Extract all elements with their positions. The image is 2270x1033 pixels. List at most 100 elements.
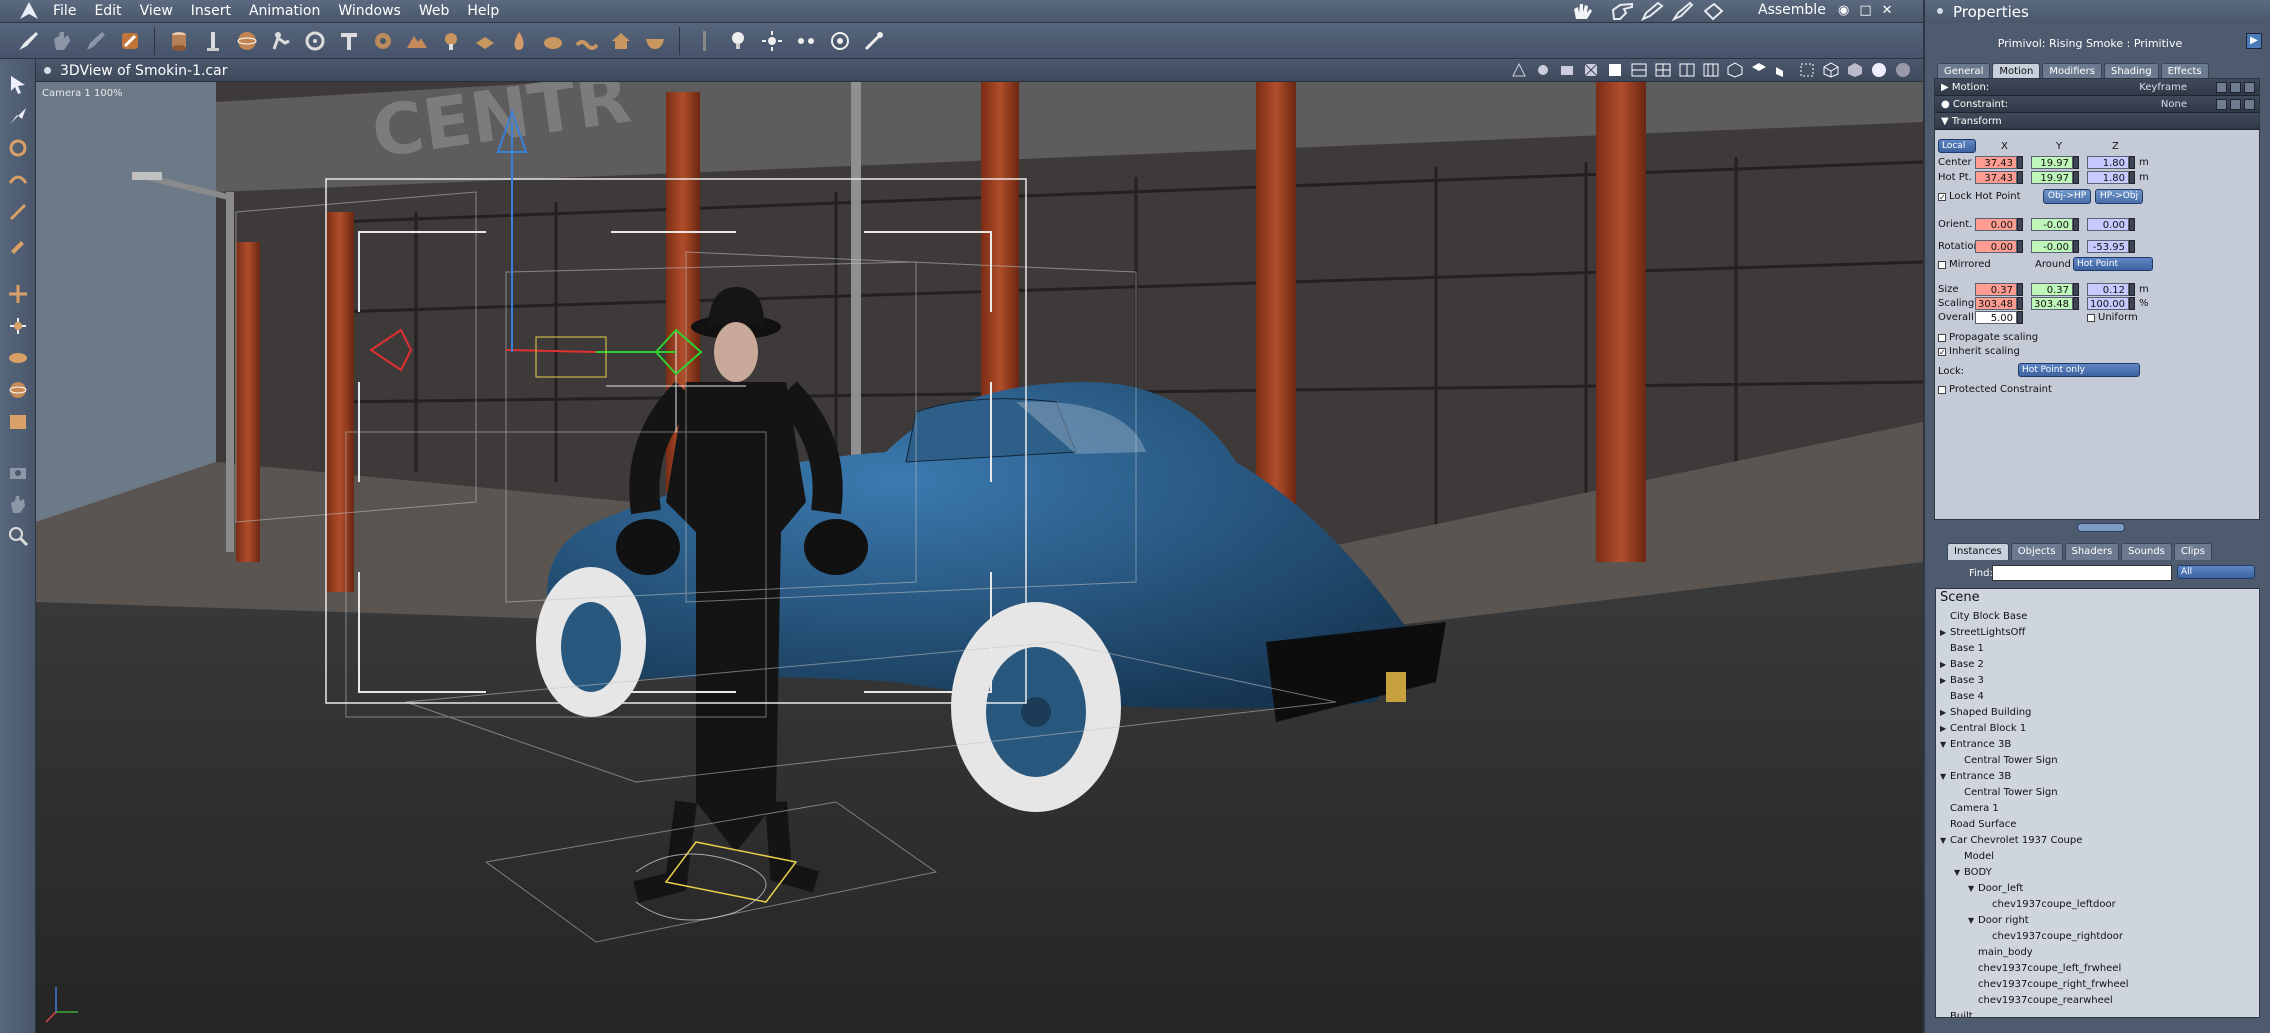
zoom-icon[interactable] <box>5 523 31 549</box>
constraint-row[interactable]: ● Constraint: None <box>1935 96 2259 113</box>
menu-windows[interactable]: Windows <box>329 3 410 19</box>
carrara-logo-icon[interactable] <box>18 0 40 22</box>
menu-animation[interactable]: Animation <box>240 3 329 19</box>
scene-tree-item[interactable]: ▼ Entrance 3B <box>1936 769 2256 785</box>
sphere-icon[interactable] <box>233 27 261 55</box>
hotpt-y-spinner[interactable] <box>2073 171 2079 184</box>
expanded-triangle-icon[interactable]: ▼ <box>1968 913 1974 929</box>
scene-tree-item[interactable]: ▼ Door_left <box>1936 881 2256 897</box>
scene-tree-item[interactable]: chev1937coupe_left_frwheel <box>1936 961 2256 977</box>
space-dropdown[interactable]: Local <box>1938 139 1976 153</box>
center-x-spinner[interactable] <box>2017 156 2023 169</box>
twist-icon[interactable] <box>5 167 31 193</box>
expand-arrow-icon[interactable]: ▶ <box>2246 33 2262 49</box>
text-icon[interactable] <box>335 27 363 55</box>
collapsed-triangle-icon[interactable]: ▶ <box>1940 657 1946 673</box>
brush-icon[interactable] <box>1670 1 1696 21</box>
render-room-icon[interactable] <box>1700 1 1726 21</box>
bridge-icon[interactable] <box>5 409 31 435</box>
center-z-spinner[interactable] <box>2129 156 2135 169</box>
paste-icon[interactable] <box>2244 98 2255 110</box>
center-y-field[interactable]: 19.97 <box>2031 156 2073 169</box>
menu-view[interactable]: View <box>131 3 182 19</box>
uniform-checkbox[interactable] <box>2087 314 2095 322</box>
menu-web[interactable]: Web <box>410 3 459 19</box>
hotpt-z-spinner[interactable] <box>2129 171 2135 184</box>
scaling-x-field[interactable]: 303.48 <box>1975 297 2017 310</box>
rotation-x-spinner[interactable] <box>2017 240 2023 253</box>
smooth-shade-icon[interactable] <box>1871 62 1887 78</box>
orient-y-field[interactable]: -0.00 <box>2031 218 2073 231</box>
cylinder-icon[interactable] <box>165 27 193 55</box>
eyedropper-icon[interactable] <box>5 231 31 257</box>
menu-edit[interactable]: Edit <box>85 3 130 19</box>
copy-icon[interactable] <box>2230 81 2241 93</box>
lock-icon[interactable] <box>2216 98 2227 110</box>
cube-view-icon[interactable] <box>1727 62 1743 78</box>
scene-tree-item[interactable]: ▼ Entrance 3B <box>1936 737 2256 753</box>
scene-tree-item[interactable]: Central Tower Sign <box>1936 785 2256 801</box>
flat-shade-icon[interactable] <box>1847 62 1863 78</box>
expanded-triangle-icon[interactable]: ▼ <box>1940 833 1946 849</box>
gear-icon[interactable] <box>369 27 397 55</box>
orient-z-spinner[interactable] <box>2129 218 2135 231</box>
mirrored-checkbox[interactable] <box>1938 261 1946 269</box>
lock-dropdown[interactable]: Hot Point only <box>2018 363 2140 377</box>
scene-tree-item[interactable]: main_body <box>1936 945 2256 961</box>
scaling-y-field[interactable]: 303.48 <box>2031 297 2073 310</box>
size-y-spinner[interactable] <box>2073 283 2079 296</box>
scene-tree-item[interactable]: chev1937coupe_right_frwheel <box>1936 977 2256 993</box>
scene-tree-item[interactable]: Camera 1 <box>1936 801 2256 817</box>
bowl-icon[interactable] <box>641 27 669 55</box>
bulb-icon[interactable] <box>724 27 752 55</box>
scene-tree-item[interactable]: Road Surface <box>1936 817 2256 833</box>
rotation-y-spinner[interactable] <box>2073 240 2079 253</box>
layout-single-icon[interactable] <box>1607 62 1623 78</box>
paint-tool-icon[interactable] <box>116 27 144 55</box>
scene-tree-item[interactable]: City Block Base <box>1936 609 2256 625</box>
tab-clips[interactable]: Clips <box>2173 543 2212 560</box>
scene-tree-item[interactable]: ▶ Base 3 <box>1936 673 2256 689</box>
stick-icon[interactable] <box>690 27 718 55</box>
find-input[interactable] <box>1992 565 2172 581</box>
target-icon[interactable] <box>826 27 854 55</box>
rotation-y-field[interactable]: -0.00 <box>2031 240 2073 253</box>
motion-row[interactable]: ▶ Motion: Keyframe <box>1935 79 2259 96</box>
tab-sounds[interactable]: Sounds <box>2121 543 2172 560</box>
propagate-scaling-checkbox[interactable] <box>1938 334 1946 342</box>
overall-spinner[interactable] <box>2017 311 2023 324</box>
ocean-icon[interactable] <box>573 27 601 55</box>
copy-icon[interactable] <box>2230 98 2241 110</box>
size-y-field[interactable]: 0.37 <box>2031 283 2073 296</box>
collapsed-triangle-icon[interactable]: ▶ <box>1940 673 1946 689</box>
terrain-icon[interactable] <box>403 27 431 55</box>
size-z-field[interactable]: 0.12 <box>2087 283 2129 296</box>
center-z-field[interactable]: 1.80 <box>2087 156 2129 169</box>
scene-tree-item[interactable]: Central Tower Sign <box>1936 753 2256 769</box>
rotation-z-field[interactable]: -53.95 <box>2087 240 2129 253</box>
select-arrow-icon[interactable] <box>5 71 31 97</box>
tab-shaders[interactable]: Shaders <box>2064 543 2120 560</box>
hotpt-z-field[interactable]: 1.80 <box>2087 171 2129 184</box>
house-icon[interactable] <box>607 27 635 55</box>
find-filter-dropdown[interactable]: All <box>2177 565 2255 579</box>
scene-tree-item[interactable]: chev1937coupe_rearwheel <box>1936 993 2256 1009</box>
hand-point-icon[interactable] <box>1610 1 1636 21</box>
scene-tree-item[interactable]: ▶ Shaped Building <box>1936 705 2256 721</box>
rotation-z-spinner[interactable] <box>2129 240 2135 253</box>
hp-to-obj-button[interactable]: HP->Obj <box>2095 189 2143 204</box>
wire-cube-icon[interactable] <box>1823 62 1839 78</box>
wand-icon[interactable] <box>860 27 888 55</box>
spot-light-icon[interactable] <box>758 27 786 55</box>
cloud-icon[interactable] <box>539 27 567 55</box>
layout-quad-icon[interactable] <box>1655 62 1671 78</box>
scaling-y-spinner[interactable] <box>2073 297 2079 310</box>
render-area-icon[interactable] <box>1511 62 1527 78</box>
tab-instances[interactable]: Instances <box>1947 543 2009 560</box>
cube-top-icon[interactable] <box>1751 62 1767 78</box>
size-x-spinner[interactable] <box>2017 283 2023 296</box>
globe-icon[interactable] <box>5 377 31 403</box>
size-z-spinner[interactable] <box>2129 283 2135 296</box>
plane-icon[interactable] <box>471 27 499 55</box>
orient-y-spinner[interactable] <box>2073 218 2079 231</box>
